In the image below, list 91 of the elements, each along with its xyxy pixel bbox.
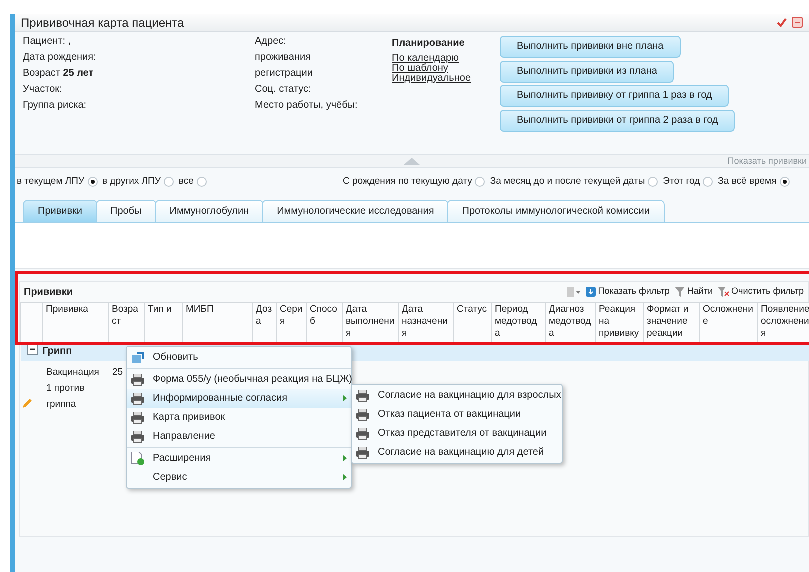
column-header[interactable]: Дата выполнения [342, 302, 398, 342]
action-button[interactable]: Выполнить прививку от гриппа 1 раз в год [500, 85, 730, 107]
printer-icon [356, 390, 370, 402]
tab[interactable]: Иммуноглобулин [154, 200, 264, 222]
funnel-icon [674, 287, 685, 297]
planning-title: Планирование [392, 37, 466, 51]
radio-label: За месяц до и после текущей даты [490, 174, 646, 189]
table-cell: 25 [112, 366, 124, 378]
menu-item[interactable]: Обновить [127, 348, 351, 367]
collapse-arrow-icon[interactable] [404, 158, 420, 164]
planning-link[interactable]: По шаблону [392, 64, 500, 74]
menu-item[interactable]: Отказ представителя от вакцинации [352, 424, 562, 443]
column-header[interactable]: Реакция на прививку [596, 302, 644, 342]
info-label: проживания [255, 52, 312, 64]
radio-label: С рождения по текущую дату [343, 174, 472, 189]
column-header[interactable]: Прививка [42, 302, 108, 342]
pencil-icon[interactable] [22, 398, 32, 410]
radio-label: все [178, 174, 194, 189]
column-header[interactable]: Доза [252, 302, 276, 342]
refresh-icon [131, 352, 145, 364]
column-header[interactable]: Период медотвода [492, 302, 546, 342]
grid-title: Прививки [24, 286, 74, 300]
radio-button[interactable] [648, 177, 658, 187]
printer-icon [356, 408, 370, 420]
radio-label: в текущем ЛПУ [17, 174, 84, 189]
info-label: Пациент: , [23, 36, 72, 48]
column-menu-icon[interactable] [566, 287, 581, 297]
checkmark-icon[interactable] [777, 18, 787, 27]
info-label: Дата рождения: [23, 52, 98, 64]
column-header[interactable]: Дата назначения [398, 302, 454, 342]
column-header[interactable]: Диагноз медотвода [546, 302, 596, 342]
table-cell: Вакцинация 1 против гриппа [46, 366, 100, 410]
printer-icon [131, 430, 145, 442]
info-label: Соц. статус: [255, 84, 312, 96]
menu-item[interactable]: Расширения [127, 449, 351, 468]
toolbar-button[interactable]: Найти [674, 285, 714, 299]
column-header[interactable]: МИБП [182, 302, 252, 342]
printer-icon [131, 374, 145, 386]
info-label: Группа риска: [23, 100, 88, 112]
radio-button[interactable] [196, 177, 207, 187]
menu-item[interactable]: Форма 055/у (необычная реакция на БЦЖ) [127, 370, 351, 389]
info-label: Адрес: [255, 36, 288, 48]
info-label: Участок: [23, 84, 64, 96]
menu-item[interactable]: Карта прививок [127, 408, 351, 427]
radio-button[interactable] [164, 177, 174, 187]
planning-link[interactable]: По календарю [392, 54, 500, 64]
collapse-toggle-icon[interactable] [26, 344, 38, 356]
printer-icon [131, 392, 145, 404]
info-label: регистрации [255, 68, 314, 80]
menu-item[interactable]: Согласие на вакцинацию для детей [352, 443, 562, 462]
group-name: Грипп [42, 346, 72, 358]
column-header[interactable]: Возраст [108, 302, 144, 342]
radio-button[interactable] [780, 177, 790, 187]
minimize-icon[interactable] [792, 17, 803, 28]
menu-item[interactable]: Отказ пациента от вакцинации [352, 405, 562, 424]
toolbar-button[interactable]: Очистить фильтр [718, 285, 804, 299]
column-header[interactable]: Способ [306, 302, 342, 342]
info-label: Возраст 25 лет [23, 68, 95, 80]
column-header[interactable]: Появление осложнения [758, 302, 809, 342]
tab[interactable]: Протоколы иммунологической комиссии [447, 200, 665, 222]
column-header[interactable]: Осложнение [700, 302, 758, 342]
printer-icon [356, 446, 370, 458]
menu-item[interactable]: Сервис [127, 468, 351, 487]
toolbar-button[interactable]: Показать фильтр [586, 285, 670, 299]
action-button[interactable]: Выполнить прививки от гриппа 2 раза в год [500, 110, 736, 132]
radio-label: За всё время [718, 174, 777, 189]
radio-button[interactable] [88, 177, 98, 187]
tab[interactable]: Иммунологические исследования [262, 200, 450, 222]
radio-button[interactable] [475, 177, 486, 187]
radio-label: в других ЛПУ [102, 174, 161, 189]
info-label: Место работы, учёбы: [255, 100, 359, 112]
menu-item[interactable]: Информированные согласия [127, 389, 351, 408]
download-icon [586, 287, 596, 297]
radio-button[interactable] [703, 177, 714, 187]
printer-icon [356, 428, 370, 440]
column-header[interactable]: Формат и значение реакции [644, 302, 700, 342]
action-button[interactable]: Выполнить прививки из плана [500, 60, 674, 82]
action-button[interactable]: Выполнить прививки вне плана [500, 36, 681, 58]
funnel-clear-icon [718, 287, 730, 297]
menu-item[interactable]: Согласие на вакцинацию для взрослых [352, 386, 562, 405]
tab[interactable]: Пробы [96, 200, 157, 222]
column-header[interactable]: Тип и [144, 302, 182, 342]
planning-link[interactable]: Индивидуальное [392, 74, 500, 84]
radio-label: Этот год [663, 174, 700, 189]
menu-item[interactable]: Направление [127, 427, 351, 446]
printer-icon [131, 412, 145, 424]
window-title: Прививочная карта пациента [21, 14, 184, 32]
document-plus-icon [131, 452, 145, 466]
column-header[interactable]: Статус [454, 302, 492, 342]
tab[interactable]: Прививки [23, 200, 98, 222]
column-header[interactable]: Серия [276, 302, 306, 342]
